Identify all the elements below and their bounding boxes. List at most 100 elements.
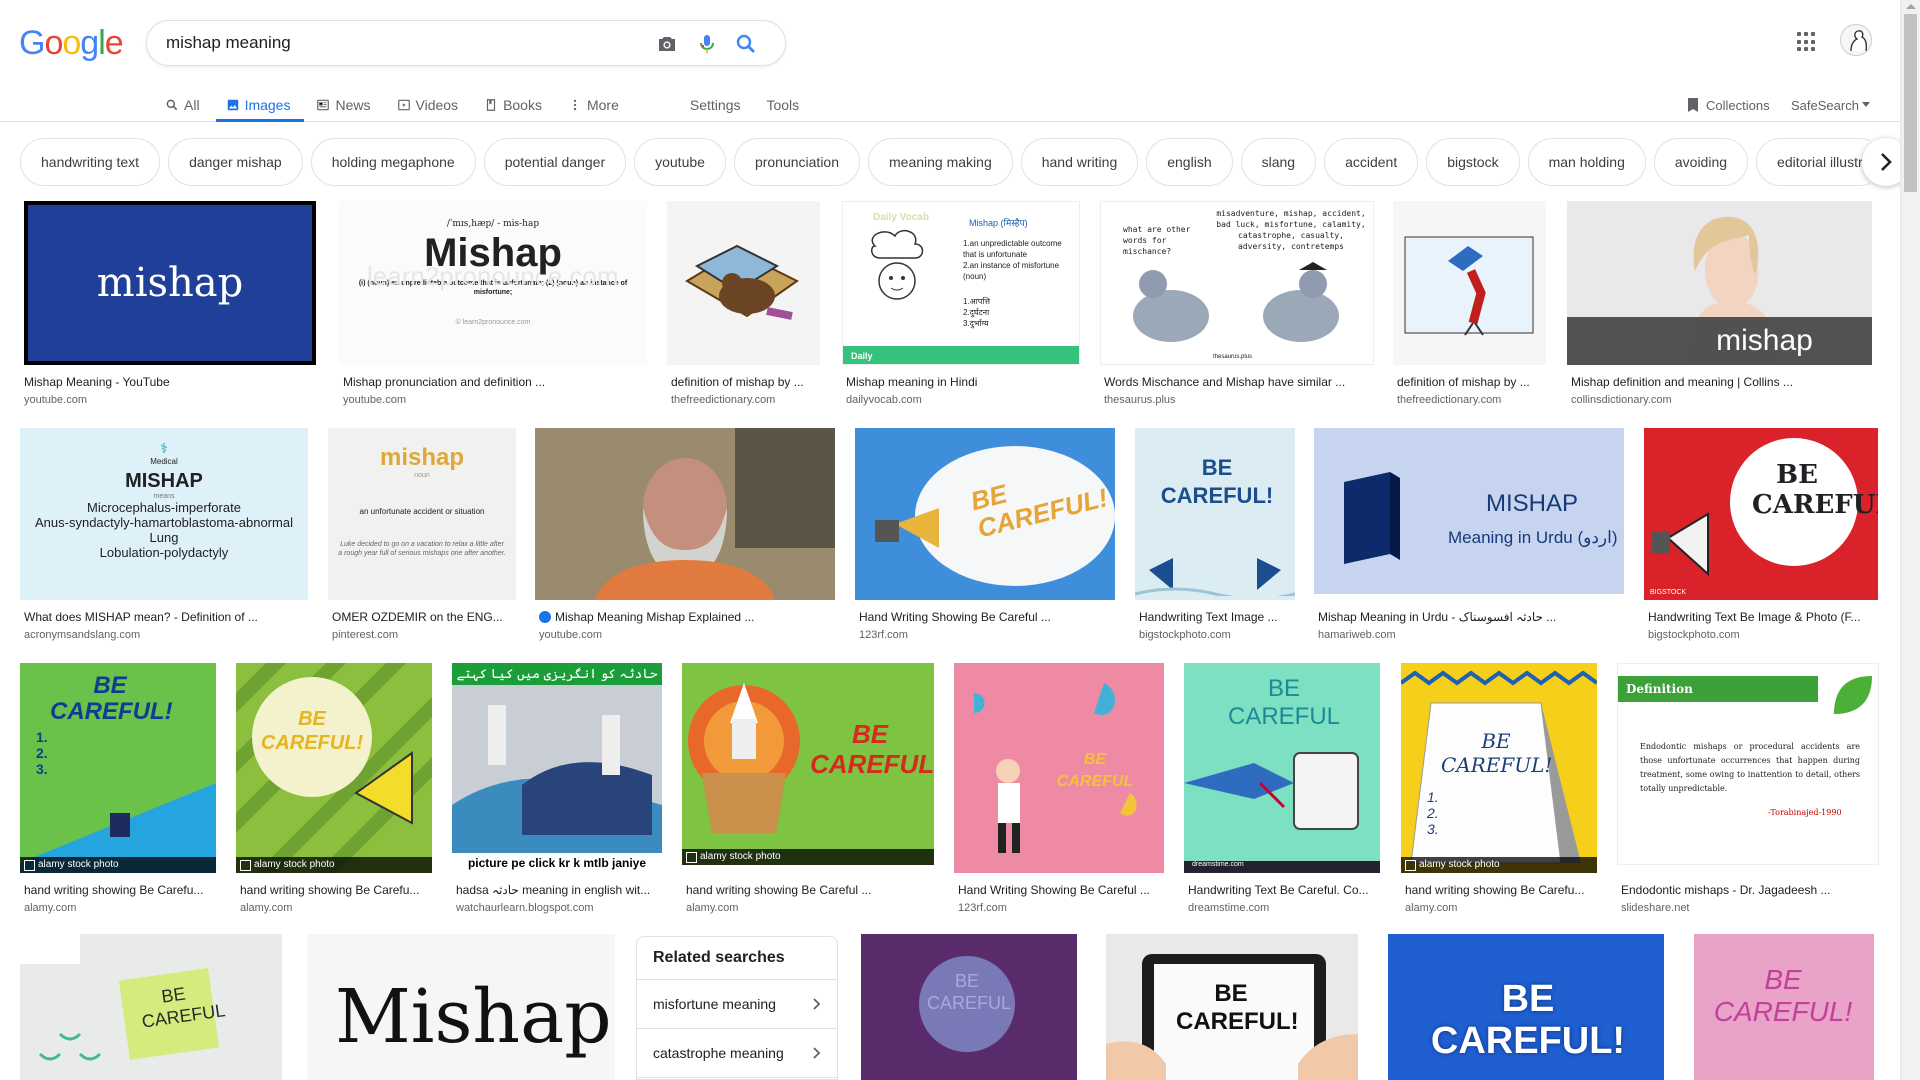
- image-result[interactable]: BE CAREFUL! Hand Writing Showing Be Care…: [855, 428, 1117, 642]
- image-result[interactable]: mishap Mishap definition and meaning | C…: [1567, 201, 1872, 407]
- pigeons-illustration: [1133, 262, 1339, 342]
- image-result[interactable]: Daily Vocab Mishap (मिस्हैप) 1.an unpred…: [842, 201, 1082, 407]
- stock-watermark: alamy stock photo: [1401, 857, 1597, 873]
- thumb-line: 1.आपत्ति: [963, 297, 990, 306]
- scrollbar[interactable]: [1900, 0, 1920, 1080]
- result-source: collinsdictionary.com: [1571, 394, 1672, 406]
- image-result[interactable]: BE CAREFUL: [861, 934, 1079, 1080]
- result-source: bigstockphoto.com: [1139, 629, 1231, 641]
- image-result[interactable]: BE CAREFUL! 1. 2. 3. alamy stock photo h…: [1401, 663, 1599, 917]
- image-result[interactable]: BE CAREFUL Hand Writing Showing Be Caref…: [954, 663, 1166, 917]
- thumb-list: 1. 2. 3.: [1427, 789, 1439, 837]
- image-result[interactable]: BE CAREFUL! BIGSTOCK Handwriting Text Be…: [1644, 428, 1880, 642]
- result-source: alamy.com: [240, 902, 293, 914]
- result-caption: hand writing showing Be Careful ...: [686, 883, 872, 897]
- image-result[interactable]: BE CAREFUL!: [1694, 934, 1874, 1080]
- image-result[interactable]: what are other words for mischance? misa…: [1100, 201, 1376, 407]
- thumb-text: mishap: [96, 260, 244, 306]
- image-result[interactable]: BE CAREFUL!: [1106, 934, 1360, 1080]
- caduceus-icon: ⚕: [160, 440, 168, 456]
- thumb-footer: thesaurus.plus: [1213, 354, 1253, 360]
- related-searches-panel: Related searches misfortune meaning cata…: [636, 936, 838, 1080]
- result-source: alamy.com: [686, 902, 739, 914]
- image-result[interactable]: BE CAREFUL! alamy stock photo hand writi…: [236, 663, 434, 917]
- thumb-text: BE CAREFUL!: [260, 708, 364, 754]
- related-item[interactable]: catastrophe meaning: [637, 1029, 837, 1078]
- result-source: acronymsandslang.com: [24, 629, 141, 641]
- image-result[interactable]: BE CAREFUL! 1. 2. 3. alamy stock photo h…: [20, 663, 218, 917]
- result-source: dailyvocab.com: [846, 394, 922, 406]
- result-caption: Words Mischance and Mishap have similar …: [1104, 375, 1346, 389]
- thumb-means: means: [153, 493, 175, 500]
- stock-watermark: alamy stock photo: [236, 857, 432, 873]
- scroll-up-arrow[interactable]: [1906, 4, 1916, 9]
- image-result[interactable]: BE CAREFUL!: [1388, 934, 1666, 1080]
- chevron-right-icon: [813, 998, 821, 1010]
- thumb-text: Mishap: [424, 231, 562, 275]
- thumb-banner: حادثہ کو انگریزی میں کیا کہتے ہیں: [452, 663, 662, 703]
- image-result[interactable]: BE CAREFUL dreamstime.com Handwriting Te…: [1184, 663, 1382, 917]
- thumb-synonyms: misadventure, mishap, accident, bad luck…: [1216, 209, 1366, 251]
- megaphone-icons: [1135, 558, 1295, 596]
- thumb-photo: [535, 428, 835, 600]
- result-caption: definition of mishap by ...: [1397, 375, 1530, 389]
- thumb-text: BE CAREFUL!: [50, 672, 173, 725]
- image-result[interactable]: ⚕ Medical MISHAP means Microcephalus-imp…: [20, 428, 310, 642]
- thumb-text: BE CAREFUL!: [1752, 460, 1878, 520]
- result-caption: Hand Writing Showing Be Careful ...: [958, 883, 1150, 897]
- result-caption: Handwriting Text Be Careful. Co...: [1188, 883, 1369, 897]
- image-result[interactable]: definition of mishap by ... thefreedicti…: [667, 201, 822, 407]
- result-caption: Endodontic mishaps - Dr. Jagadeesh ...: [1621, 883, 1831, 897]
- thumb-text: BE CAREFUL!: [1713, 964, 1853, 1027]
- result-caption: What does MISHAP mean? - Definition of .…: [24, 610, 258, 624]
- thumb-line: Lobulation-polydactyly: [99, 545, 229, 560]
- result-source: dreamstime.com: [1188, 902, 1270, 914]
- result-source: hamariweb.com: [1318, 629, 1396, 641]
- thumb-line: Anus-syndactyly-hamartoblastoma-abnormal: [35, 515, 293, 530]
- result-source: pinterest.com: [332, 629, 399, 641]
- thumb-title: MISHAP: [125, 470, 203, 492]
- thumb-text: BE CAREFUL: [1056, 751, 1134, 790]
- thumb-illustration: [685, 244, 799, 320]
- image-result[interactable]: BE CAREFUL! Handwriting Text Image ... b…: [1135, 428, 1297, 642]
- image-result[interactable]: حادثہ کو انگریزی میں کیا کہتے ہیں pictur…: [452, 663, 664, 917]
- image-result[interactable]: /ˈmɪs,hæp/ - mis-hap Mishap learn2pronou…: [339, 201, 651, 407]
- thumb-footer-bar: Daily: [843, 346, 1079, 364]
- related-item-label: catastrophe meaning: [653, 1045, 784, 1061]
- image-result[interactable]: Mishap Meaning Mishap Explained ... yout…: [535, 428, 837, 642]
- thumb-brand: Daily Vocab: [873, 212, 929, 223]
- result-caption: Mishap pronunciation and definition ...: [343, 375, 546, 389]
- image-result[interactable]: mishap noun an unfortunate accident or s…: [328, 428, 518, 642]
- thumb-text: Mishap: [335, 974, 612, 1060]
- related-item-label: misfortune meaning: [653, 996, 776, 1012]
- result-caption: Handwriting Text Be Image & Photo (F...: [1648, 610, 1861, 624]
- thumb-pos: noun: [414, 472, 430, 479]
- related-title: Related searches: [637, 937, 837, 980]
- dictionary-book-icon: [1344, 472, 1400, 564]
- result-source: 123rf.com: [859, 629, 908, 641]
- result-source: youtube.com: [539, 629, 602, 641]
- image-result[interactable]: Mishap: [307, 934, 617, 1080]
- result-source: slideshare.net: [1621, 902, 1690, 914]
- result-caption: definition of mishap by ...: [671, 375, 804, 389]
- image-result[interactable]: mishap Mishap Meaning - YouTube youtube.…: [20, 201, 318, 407]
- image-result[interactable]: BE CAREFUL! alamy stock photo hand writi…: [682, 663, 936, 917]
- stock-watermark: alamy stock photo: [20, 857, 216, 873]
- chevron-right-icon: [813, 1047, 821, 1059]
- image-result[interactable]: MISHAP Meaning in Urdu (اردو) Mishap Mea…: [1314, 428, 1626, 642]
- thumb-phonetic: /ˈmɪs,hæp/ - mis-hap: [446, 219, 540, 229]
- thumb-line: Lung: [149, 530, 179, 545]
- result-caption: Mishap Meaning - YouTube: [24, 375, 170, 389]
- thumb-text: mishap: [1716, 324, 1813, 357]
- result-source: alamy.com: [24, 902, 77, 914]
- result-caption: hadsa حادثہ meaning in english wit...: [456, 883, 651, 897]
- image-result[interactable]: BE CAREFUL: [20, 934, 284, 1080]
- thumb-line: 3.दुर्भाग्य: [963, 319, 989, 328]
- thumb-text: BE CAREFUL: [927, 971, 1012, 1013]
- result-source: alamy.com: [1405, 902, 1458, 914]
- result-caption: Hand Writing Showing Be Careful ...: [859, 610, 1051, 624]
- image-result[interactable]: Definition Endodontic mishaps or procedu…: [1617, 663, 1881, 917]
- image-result[interactable]: definition of mishap by ... thefreedicti…: [1393, 201, 1548, 407]
- related-item[interactable]: misfortune meaning: [637, 980, 837, 1029]
- scrollbar-thumb[interactable]: [1904, 14, 1917, 192]
